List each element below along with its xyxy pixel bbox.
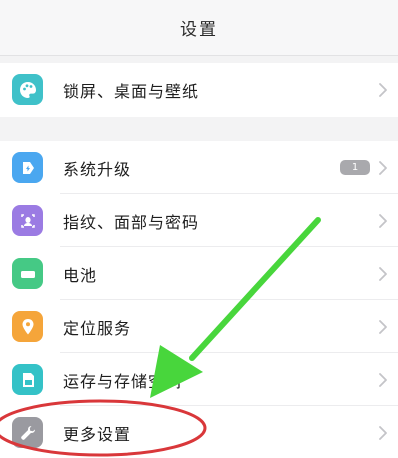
settings-item-label: 更多设置 (63, 424, 132, 444)
location-pin-icon (12, 311, 43, 342)
settings-screen: 设置 锁屏、桌面与壁纸 系统升级 1 指纹、面部与密码 电池 定位服务 运存与存… (0, 0, 398, 458)
chevron-right-icon (379, 266, 387, 281)
palette-icon (12, 74, 43, 105)
page-title: 设置 (180, 20, 218, 40)
settings-item-label: 系统升级 (63, 159, 132, 179)
settings-item-system-update[interactable]: 系统升级 1 (0, 141, 398, 194)
settings-item-label: 电池 (63, 265, 98, 285)
chevron-right-icon (379, 319, 387, 334)
chevron-right-icon (379, 425, 387, 440)
wrench-icon (12, 417, 43, 448)
settings-item-lockscreen-wallpaper[interactable]: 锁屏、桌面与壁纸 (0, 63, 398, 116)
chevron-right-icon (379, 160, 387, 175)
system-update-icon (12, 152, 43, 183)
chevron-right-icon (379, 82, 387, 97)
chevron-right-icon (379, 372, 387, 387)
storage-icon (12, 364, 43, 395)
settings-item-fingerprint-face-password[interactable]: 指纹、面部与密码 (0, 194, 398, 247)
nav-bar: 设置 (0, 0, 398, 56)
settings-item-label: 定位服务 (63, 318, 132, 338)
settings-item-label: 指纹、面部与密码 (63, 212, 200, 232)
settings-item-memory-storage[interactable]: 运存与存储空间 (0, 353, 398, 406)
settings-group-system: 系统升级 1 指纹、面部与密码 电池 定位服务 运存与存储空间 更多设置 (0, 141, 398, 458)
settings-item-more-settings[interactable]: 更多设置 (0, 406, 398, 458)
settings-item-label: 锁屏、桌面与壁纸 (63, 81, 200, 101)
fingerprint-icon (12, 205, 43, 236)
update-count-badge: 1 (340, 160, 370, 175)
settings-item-battery[interactable]: 电池 (0, 247, 398, 300)
chevron-right-icon (379, 213, 387, 228)
settings-item-label: 运存与存储空间 (63, 371, 183, 391)
battery-icon (12, 258, 43, 289)
settings-item-location-service[interactable]: 定位服务 (0, 300, 398, 353)
settings-group-display: 锁屏、桌面与壁纸 (0, 63, 398, 117)
